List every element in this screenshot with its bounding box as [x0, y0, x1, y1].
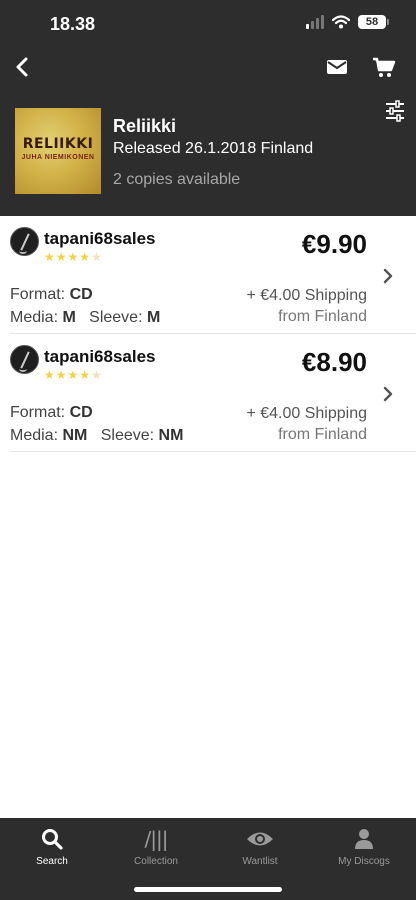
format: Format: CD [10, 286, 93, 304]
format-label: Format: [10, 286, 66, 303]
release-title: Reliikki [113, 116, 177, 136]
home-indicator[interactable] [134, 887, 282, 892]
release-date: Released 26.1.2018 Finland [113, 140, 314, 157]
format-value: CD [69, 286, 93, 303]
user-icon [355, 829, 373, 849]
divider [10, 333, 416, 334]
half-star-icon: ★ [91, 250, 102, 264]
avatar[interactable] [10, 227, 39, 256]
format-label: Format: [10, 404, 66, 421]
tab-label: Search [36, 856, 68, 867]
copies-available: 2 copies available [113, 171, 241, 188]
half-star-icon: ★ [91, 368, 102, 382]
status-time: 18.38 [50, 14, 96, 34]
battery-icon: 58 [358, 15, 389, 29]
tab-search[interactable]: Search [0, 818, 104, 900]
media-value: M [62, 309, 76, 326]
search-icon [42, 829, 63, 850]
divider [10, 451, 416, 452]
star-icon: ★ [44, 250, 55, 264]
tab-label: Collection [134, 856, 178, 867]
seller-name[interactable]: tapani68sales [44, 347, 156, 367]
sleeve-value: NM [158, 427, 184, 444]
ships-from: from Finland [278, 426, 367, 443]
shipping-cost: + €4.00 Shipping [246, 287, 367, 304]
listing-row[interactable]: tapani68sales ★ ★ ★ ★ ★ €9.90 Format: CD Med… [0, 217, 416, 334]
star-icon: ★ [79, 250, 91, 264]
condition: Media: M Sleeve: M [10, 309, 160, 327]
sleeve-label: Sleeve: [89, 309, 143, 326]
status-icons: 58 [306, 15, 389, 29]
media-label: Media: [10, 309, 59, 326]
chevron-right-icon[interactable] [382, 268, 394, 284]
back-icon[interactable] [12, 56, 34, 78]
price: €9.90 [301, 229, 367, 259]
ships-from: from Finland [278, 308, 367, 325]
media-label: Media: [10, 427, 59, 444]
media-value: NM [62, 427, 88, 444]
wifi-icon [332, 15, 350, 29]
tab-label: Wantlist [242, 856, 278, 867]
tab-my-discogs[interactable]: My Discogs [312, 818, 416, 900]
condition: Media: NM Sleeve: NM [10, 427, 183, 445]
format-value: CD [69, 404, 93, 421]
cover-artist: JUHA NIEMIKONEN [21, 154, 95, 161]
seller-name[interactable]: tapani68sales [44, 229, 156, 249]
sleeve-value: M [146, 309, 161, 326]
sleeve-label: Sleeve: [100, 427, 155, 444]
star-icon: ★ [67, 250, 79, 264]
cart-icon[interactable] [372, 57, 396, 79]
seller-rating: ★ ★ ★ ★ ★ [44, 251, 102, 263]
chevron-right-icon[interactable] [382, 386, 394, 402]
star-icon: ★ [79, 368, 91, 382]
collection-icon: /||| [144, 827, 169, 851]
shipping-cost: + €4.00 Shipping [246, 405, 367, 422]
envelope-icon[interactable] [326, 58, 348, 76]
star-icon: ★ [67, 368, 79, 382]
cover-title: RELIIKKI [22, 136, 94, 152]
star-icon: ★ [44, 368, 55, 382]
tab-label: My Discogs [338, 856, 390, 867]
signal-icon [306, 15, 324, 29]
star-icon: ★ [55, 250, 67, 264]
price: €8.90 [301, 347, 367, 377]
format: Format: CD [10, 404, 93, 422]
eye-icon [247, 832, 273, 846]
release-cover[interactable]: RELIIKKI JUHA NIEMIKONEN [15, 108, 101, 194]
listing-row[interactable]: tapani68sales ★ ★ ★ ★ ★ €8.90 Format: CD Med… [0, 335, 416, 452]
sliders-icon[interactable] [384, 100, 406, 122]
avatar[interactable] [10, 345, 39, 374]
seller-rating: ★ ★ ★ ★ ★ [44, 369, 102, 381]
header: 18.38 58 RELIIKKI JUHA NIEMIKONEN Reliik [0, 0, 416, 216]
star-icon: ★ [55, 368, 67, 382]
